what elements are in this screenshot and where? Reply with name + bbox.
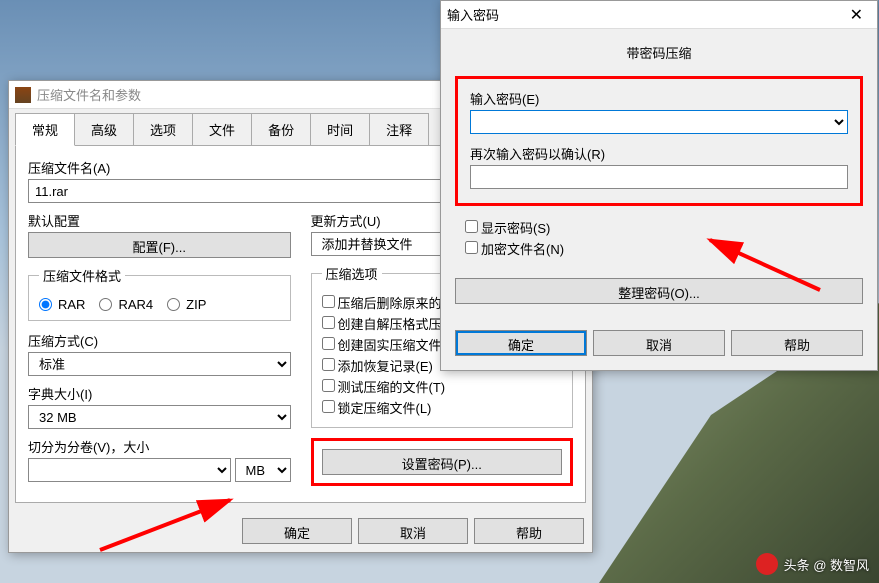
- ok-button[interactable]: 确定: [242, 518, 352, 544]
- split-size-select[interactable]: [28, 458, 231, 482]
- pwd-titlebar: 输入密码 ✕: [441, 1, 877, 29]
- enter-password-input[interactable]: [470, 110, 848, 134]
- confirm-password-input[interactable]: [470, 165, 848, 189]
- pwd-ok-button[interactable]: 确定: [455, 330, 587, 356]
- method-select[interactable]: 标准: [28, 352, 291, 376]
- format-legend: 压缩文件格式: [39, 266, 125, 285]
- watermark-logo-icon: [756, 553, 778, 575]
- password-fields-highlight: 输入密码(E) 再次输入密码以确认(R): [455, 76, 863, 206]
- help-button[interactable]: 帮助: [474, 518, 584, 544]
- opt-test[interactable]: 测试压缩的文件(T): [322, 377, 563, 396]
- compress-options-legend: 压缩选项: [322, 264, 382, 283]
- format-rar4[interactable]: RAR4: [99, 297, 153, 312]
- organize-passwords-button[interactable]: 整理密码(O)...: [455, 278, 863, 304]
- pwd-window-title: 输入密码: [447, 5, 842, 24]
- opt-lock[interactable]: 锁定压缩文件(L): [322, 398, 563, 417]
- pwd-subtitle: 带密码压缩: [441, 29, 877, 76]
- split-unit-select[interactable]: MB: [235, 458, 291, 482]
- profile-button[interactable]: 配置(F)...: [28, 232, 291, 258]
- tab-general[interactable]: 常规: [15, 113, 75, 146]
- dict-label: 字典大小(I): [28, 384, 291, 403]
- pwd-dialog-buttons: 确定 取消 帮助: [441, 322, 877, 370]
- close-icon[interactable]: ✕: [842, 3, 871, 27]
- show-password-checkbox[interactable]: 显示密码(S): [465, 218, 863, 237]
- default-profile-label: 默认配置: [28, 211, 291, 230]
- pwd-cancel-button[interactable]: 取消: [593, 330, 725, 356]
- tab-comment[interactable]: 注释: [369, 113, 429, 146]
- tab-options[interactable]: 选项: [133, 113, 193, 146]
- tab-advanced[interactable]: 高级: [74, 113, 134, 146]
- watermark: 头条 @ 数智风: [756, 553, 869, 575]
- watermark-text: 头条 @ 数智风: [784, 555, 869, 574]
- dialog-buttons: 确定 取消 帮助: [9, 510, 592, 552]
- dict-select[interactable]: 32 MB: [28, 405, 291, 429]
- format-rar[interactable]: RAR: [39, 297, 85, 312]
- cancel-button[interactable]: 取消: [358, 518, 468, 544]
- format-fieldset: 压缩文件格式 RAR RAR4 ZIP: [28, 266, 291, 321]
- encrypt-names-checkbox[interactable]: 加密文件名(N): [465, 239, 863, 258]
- enter-password-label: 输入密码(E): [470, 89, 848, 108]
- winrar-icon: [15, 87, 31, 103]
- format-zip[interactable]: ZIP: [167, 297, 206, 312]
- tab-files[interactable]: 文件: [192, 113, 252, 146]
- set-password-highlight: 设置密码(P)...: [311, 438, 574, 486]
- tab-backup[interactable]: 备份: [251, 113, 311, 146]
- password-dialog: 输入密码 ✕ 带密码压缩 输入密码(E) 再次输入密码以确认(R) 显示密码(S…: [440, 0, 878, 371]
- confirm-password-label: 再次输入密码以确认(R): [470, 144, 848, 163]
- method-label: 压缩方式(C): [28, 331, 291, 350]
- pwd-help-button[interactable]: 帮助: [731, 330, 863, 356]
- split-label: 切分为分卷(V)，大小: [28, 437, 291, 456]
- tab-time[interactable]: 时间: [310, 113, 370, 146]
- set-password-button[interactable]: 设置密码(P)...: [322, 449, 563, 475]
